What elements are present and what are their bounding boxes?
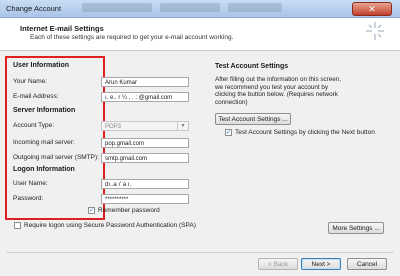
- your-name-label: Your Name:: [13, 78, 48, 85]
- email-address-label: E-mail Address:: [13, 93, 59, 100]
- remember-password-label: Remember password: [98, 207, 160, 214]
- more-settings-button[interactable]: More Settings ...: [328, 222, 384, 234]
- account-type-dropdown: POP3 ▼: [101, 121, 189, 131]
- auto-test-label: Test Account Settings by clicking the Ne…: [235, 129, 375, 136]
- header-subtitle: Each of these settings are required to g…: [30, 34, 234, 41]
- footer-divider: [6, 252, 394, 253]
- title-bar-background-tab: [82, 3, 152, 12]
- title-bar-background-tab: [160, 3, 220, 12]
- your-name-field[interactable]: Arun Kumar: [101, 77, 189, 87]
- header-title: Internet E-mail Settings: [20, 24, 104, 33]
- auto-test-checkbox[interactable]: ✓: [225, 129, 232, 136]
- outgoing-server-label: Outgoing mail server (SMTP):: [13, 154, 99, 161]
- email-address-field[interactable]: ı. e.. r ¼ , . : @gmail.com: [101, 92, 189, 102]
- spa-checkbox[interactable]: [14, 222, 21, 229]
- server-info-heading: Server Information: [13, 107, 76, 114]
- password-field[interactable]: **********: [101, 194, 189, 204]
- back-button[interactable]: < Back: [258, 258, 298, 270]
- user-name-field[interactable]: dı..a ı' a ı.: [101, 179, 189, 189]
- password-label: Password:: [13, 195, 44, 202]
- test-account-settings-button[interactable]: Test Account Settings ...: [215, 113, 291, 125]
- title-bar-background-tab: [228, 3, 282, 12]
- cancel-button[interactable]: Cancel: [347, 258, 387, 270]
- outgoing-server-field[interactable]: smtp.gmail.com: [101, 153, 189, 163]
- close-button[interactable]: ✕: [352, 2, 392, 16]
- window-title: Change Account: [6, 4, 62, 13]
- chevron-down-icon: ▼: [177, 122, 188, 130]
- sparkle-cursor-icon: [366, 22, 384, 40]
- remember-password-checkbox[interactable]: ✓: [88, 207, 95, 214]
- test-settings-heading: Test Account Settings: [215, 63, 289, 70]
- spa-label: Require logon using Secure Password Auth…: [24, 222, 196, 229]
- account-type-label: Account Type:: [13, 122, 55, 129]
- account-type-value: POP3: [105, 124, 122, 130]
- incoming-server-label: Incoming mail server:: [13, 139, 75, 146]
- logon-info-heading: Logon Information: [13, 166, 75, 173]
- next-button[interactable]: Next >: [301, 258, 341, 270]
- incoming-server-field[interactable]: pop.gmail.com: [101, 138, 189, 148]
- user-name-label: User Name:: [13, 180, 48, 187]
- test-settings-description: After filling out the information on thi…: [215, 76, 342, 106]
- user-info-heading: User Information: [13, 62, 70, 69]
